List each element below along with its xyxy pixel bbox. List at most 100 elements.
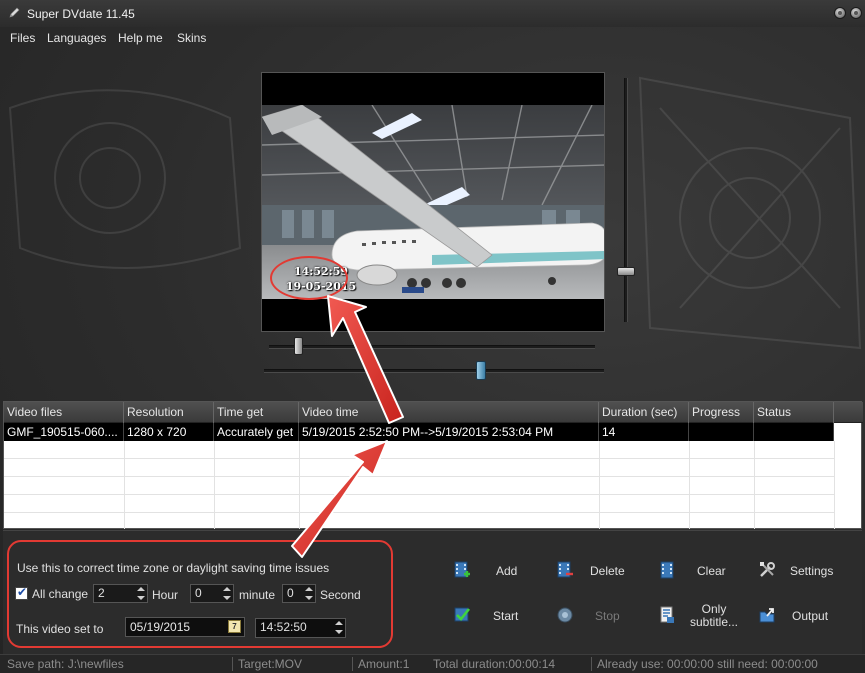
seek-slider-track[interactable] [269, 345, 595, 349]
checkmark-icon [454, 607, 471, 622]
second-label: Second [320, 588, 361, 602]
grid-line [4, 458, 834, 459]
status-save-path: Save path: J:\newfiles [7, 657, 124, 671]
add-button[interactable]: Add [453, 557, 533, 585]
spinner-arrows-icon[interactable] [333, 620, 344, 635]
grid-line [4, 512, 834, 513]
output-label: Output [792, 608, 829, 623]
minute-label: minute [239, 588, 276, 602]
delete-button[interactable]: Delete [556, 557, 636, 585]
volume-slider-track[interactable] [624, 78, 628, 322]
status-separator [352, 657, 353, 671]
grid-column [124, 441, 125, 529]
grid-column [834, 441, 835, 529]
status-separator [591, 657, 592, 671]
time-spinner[interactable]: 14:52:50 [255, 618, 346, 638]
cell-progress [689, 423, 754, 441]
video-files-table: Video files Resolution Time get Video ti… [3, 401, 863, 529]
only-subtitle-line2: subtitle... [689, 615, 739, 629]
column-header-time-get[interactable]: Time get [214, 402, 299, 423]
grid-column [299, 441, 300, 529]
film-delete-icon [557, 561, 573, 578]
start-button[interactable]: Start [453, 602, 533, 630]
cell-duration: 14 [599, 423, 689, 441]
cell-status [754, 423, 834, 441]
settings-button[interactable]: Settings [758, 557, 838, 585]
time-value: 14:52:50 [260, 620, 307, 634]
trim-slider-track[interactable] [264, 369, 604, 373]
subtitle-document-icon [660, 606, 674, 623]
grid-column [754, 441, 755, 529]
grid-column [599, 441, 600, 529]
trim-slider-thumb[interactable] [476, 361, 486, 380]
menu-files[interactable]: Files [10, 31, 35, 45]
tools-icon [760, 562, 775, 577]
table-row[interactable]: GMF_190515-060.... 1280 x 720 Accurately… [4, 423, 834, 441]
grid-column [689, 441, 690, 529]
time-correction-hint: Use this to correct time zone or dayligh… [17, 561, 330, 575]
film-add-icon [454, 561, 470, 578]
film-strip-icon [660, 561, 674, 579]
date-picker[interactable]: 05/19/2015 7 [125, 617, 245, 637]
only-subtitle-button[interactable]: Only subtitle... [658, 602, 748, 630]
grid-line [4, 476, 834, 477]
menu-help[interactable]: Help me [118, 31, 163, 45]
volume-slider-thumb[interactable] [617, 267, 635, 276]
cell-time-get: Accurately get [214, 423, 299, 441]
status-usage: Already use: 00:00:00 still need: 00:00:… [597, 657, 818, 671]
pen-icon [9, 7, 20, 18]
grid-column [214, 441, 215, 529]
menu-bar: Files Languages Help me Skins [0, 28, 865, 48]
spinner-arrows-icon[interactable] [303, 586, 314, 601]
clear-button[interactable]: Clear [658, 557, 738, 585]
column-header-filler [834, 402, 863, 423]
video-set-to-label: This video set to [16, 622, 104, 636]
spinner-arrows-icon[interactable] [135, 586, 146, 601]
app-window: Super DVdate 11.45 Files Languages Help … [0, 0, 865, 673]
column-header-video-files[interactable]: Video files [4, 402, 124, 423]
grid-line [4, 494, 834, 495]
status-bar: Save path: J:\newfiles Target:MOV Amount… [0, 654, 865, 673]
all-change-label: All change [32, 587, 89, 601]
add-label: Add [496, 563, 518, 578]
settings-label: Settings [790, 563, 834, 578]
calendar-icon[interactable]: 7 [228, 620, 241, 633]
column-header-status[interactable]: Status [754, 402, 834, 423]
cell-file: GMF_190515-060.... [4, 423, 124, 441]
title-bar: Super DVdate 11.45 [0, 0, 865, 27]
only-subtitle-label: Only subtitle... [686, 602, 742, 630]
timestamp-highlight-ellipse [270, 256, 348, 300]
window-title: Super DVdate 11.45 [27, 7, 135, 21]
column-header-video-time[interactable]: Video time [299, 402, 599, 423]
column-header-duration[interactable]: Duration (sec) [599, 402, 689, 423]
stop-button[interactable]: Stop [556, 602, 636, 630]
cell-video-time: 5/19/2015 2:52:50 PM-->5/19/2015 2:53:04… [299, 423, 599, 441]
close-button[interactable] [850, 7, 862, 19]
minute-spinner[interactable]: 0 [190, 584, 234, 603]
hour-label: Hour [152, 588, 179, 602]
output-button[interactable]: Output [758, 602, 838, 630]
start-label: Start [493, 608, 519, 623]
column-header-resolution[interactable]: Resolution [124, 402, 214, 423]
output-folder-icon [759, 608, 775, 623]
stop-label: Stop [595, 608, 620, 623]
menu-skins[interactable]: Skins [177, 31, 206, 45]
menu-languages[interactable]: Languages [47, 31, 106, 45]
spinner-arrows-icon[interactable] [221, 586, 232, 601]
seek-slider-thumb[interactable] [294, 337, 303, 355]
date-value: 05/19/2015 [130, 620, 191, 634]
second-spinner[interactable]: 0 [282, 584, 316, 603]
all-change-checkbox[interactable] [15, 585, 28, 600]
column-header-progress[interactable]: Progress [689, 402, 754, 423]
cell-resolution: 1280 x 720 [124, 423, 214, 441]
minimize-button[interactable] [834, 7, 846, 19]
hour-spinner[interactable]: 2 [93, 584, 148, 603]
stop-icon [557, 607, 573, 623]
hour-value: 2 [98, 586, 105, 600]
minute-value: 0 [195, 586, 202, 600]
status-amount: Amount:1 [358, 657, 410, 671]
status-separator [232, 657, 233, 671]
status-total-duration: Total duration:00:00:14 [433, 657, 556, 671]
status-target: Target:MOV [238, 657, 303, 671]
second-value: 0 [287, 586, 294, 600]
